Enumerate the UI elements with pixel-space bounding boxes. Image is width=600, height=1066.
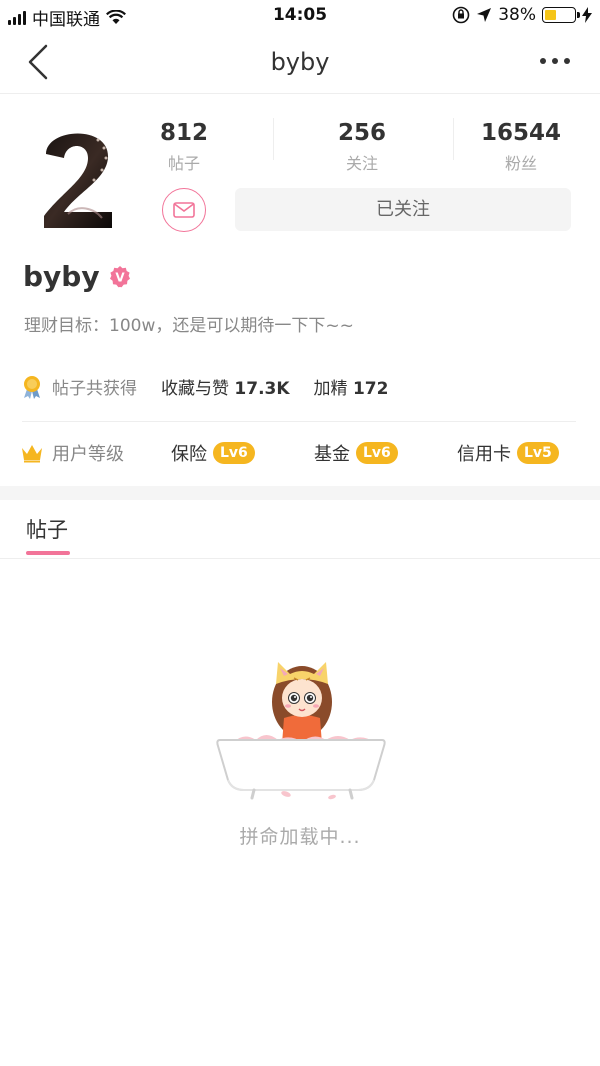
awards-likes: 收藏与赞 17.3K	[161, 374, 290, 399]
stat-posts[interactable]: 812 帖子	[104, 120, 264, 174]
battery-percent: 38%	[498, 5, 536, 25]
bathtub-cat-girl-icon	[216, 662, 386, 800]
level-fund-name: 基金	[314, 444, 350, 465]
stat-followers[interactable]: 16544 粉丝	[441, 120, 600, 174]
username: byby	[23, 260, 100, 293]
medal-icon	[24, 375, 40, 399]
level-credit-card-name: 信用卡	[457, 444, 511, 465]
status-right: 38%	[452, 5, 592, 25]
envelope-icon	[173, 202, 195, 218]
battery-fill	[545, 10, 556, 20]
level-insurance-name: 保险	[171, 444, 207, 465]
stat-posts-label: 帖子	[167, 154, 200, 173]
awards-row: 帖子共获得 收藏与赞 17.3K 加精 172	[22, 374, 388, 399]
charging-icon	[582, 7, 592, 23]
level-badge: Lv5	[517, 442, 559, 464]
stat-following-value: 256	[337, 120, 386, 146]
crown-icon	[22, 445, 42, 463]
level-badge: Lv6	[356, 442, 398, 464]
stat-following[interactable]: 256 关注	[282, 120, 442, 174]
user-level-row: 用户等级 保险 Lv6 基金 Lv6 信用卡 Lv5	[20, 440, 580, 470]
orientation-lock-icon	[452, 6, 470, 24]
awards-likes-value: 17.3K	[234, 379, 290, 399]
divider	[22, 421, 576, 422]
stat-following-label: 关注	[345, 154, 378, 173]
tab-posts[interactable]: 帖子	[26, 514, 68, 544]
loading-illustration	[214, 652, 388, 802]
level-credit-card[interactable]: 信用卡 Lv5	[457, 440, 559, 466]
stat-posts-value: 812	[159, 120, 208, 146]
stat-followers-label: 粉丝	[504, 154, 537, 173]
location-icon	[477, 8, 492, 22]
awards-featured-label: 加精	[313, 379, 348, 399]
verified-icon: V	[109, 265, 130, 287]
awards-likes-label: 收藏与赞	[161, 379, 229, 399]
section-gap	[0, 486, 600, 500]
awards-featured-value: 172	[352, 379, 389, 399]
bio-text: 理财目标：100w，还是可以期待一下下~~	[24, 316, 354, 336]
username-row: byby V	[23, 260, 132, 293]
more-dots-icon	[540, 58, 570, 64]
stat-divider	[273, 118, 274, 160]
status-bar: 中国联通 14:05 38%	[0, 0, 600, 34]
level-insurance[interactable]: 保险 Lv6	[171, 440, 255, 466]
awards-featured: 加精 172	[314, 374, 389, 399]
more-button[interactable]	[538, 46, 574, 76]
following-button[interactable]: 已关注	[235, 188, 571, 231]
level-fund[interactable]: 基金 Lv6	[314, 440, 398, 466]
level-badge: Lv6	[213, 442, 255, 464]
message-button[interactable]	[162, 188, 206, 232]
tab-bar: 帖子	[0, 500, 600, 559]
tab-active-indicator	[26, 551, 70, 555]
svg-text:V: V	[115, 270, 125, 284]
battery-icon	[542, 7, 580, 23]
loading-text: 拼命加载中...	[239, 826, 361, 848]
user-level-text: 用户等级	[52, 444, 124, 465]
stat-followers-value: 16544	[480, 120, 562, 146]
nav-bar: byby	[0, 34, 600, 94]
awards-label: 帖子共获得	[52, 379, 137, 399]
user-level-label: 用户等级	[20, 440, 124, 466]
page-title: byby	[270, 48, 330, 76]
